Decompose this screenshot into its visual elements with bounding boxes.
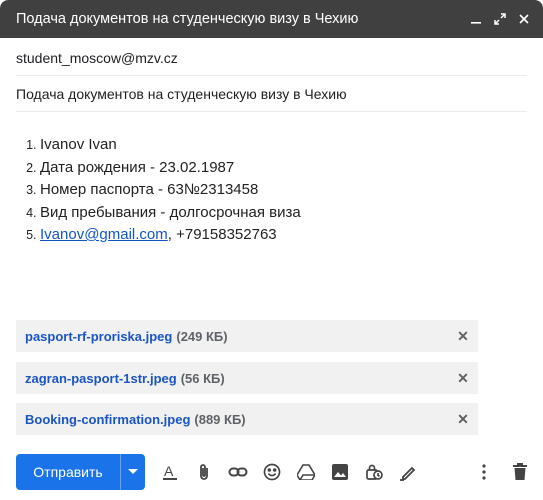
chevron-down-icon: [128, 469, 138, 474]
list-item: Ivanov Ivan: [40, 134, 527, 157]
compose-toolbar: Отправить A: [16, 454, 531, 490]
message-body[interactable]: Ivanov Ivan Дата рождения - 23.02.1987 Н…: [16, 134, 527, 247]
minimize-icon[interactable]: [469, 12, 483, 26]
remove-attachment-icon[interactable]: ✕: [456, 411, 470, 428]
to-field[interactable]: student_moscow@mzv.cz: [16, 40, 527, 76]
attachment-name[interactable]: Booking-confirmation.jpeg: [25, 412, 190, 427]
emoji-icon[interactable]: [261, 461, 283, 483]
window-title: Подача документов на студенческую визу в…: [16, 11, 359, 27]
attachment-size: (56 КБ): [180, 370, 225, 386]
more-options-icon[interactable]: [473, 461, 495, 483]
body-list: Ivanov Ivan Дата рождения - 23.02.1987 Н…: [16, 134, 527, 247]
attachment-name[interactable]: pasport-rf-proriska.jpeg: [25, 329, 172, 344]
subject-field[interactable]: Подача документов на студенческую визу в…: [16, 76, 527, 112]
remove-attachment-icon[interactable]: ✕: [456, 370, 470, 387]
remove-attachment-icon[interactable]: ✕: [456, 328, 470, 345]
send-options-button[interactable]: [121, 454, 145, 490]
confidential-icon[interactable]: [363, 461, 385, 483]
photo-icon[interactable]: [329, 461, 351, 483]
list-item: Номер паспорта - 63№2313458: [40, 179, 527, 202]
send-button-group: Отправить: [16, 454, 145, 490]
recipient-email: student_moscow@mzv.cz: [16, 49, 178, 66]
signature-icon[interactable]: [397, 461, 419, 483]
fullscreen-icon[interactable]: [493, 12, 507, 26]
svg-text:A: A: [164, 463, 174, 479]
attachment-chip[interactable]: Booking-confirmation.jpeg (889 КБ) ✕: [16, 403, 478, 435]
drive-icon[interactable]: [295, 461, 317, 483]
close-icon[interactable]: [517, 12, 531, 26]
link-icon[interactable]: [227, 461, 249, 483]
send-button[interactable]: Отправить: [16, 454, 120, 490]
phone-number: , +79158352763: [167, 226, 277, 243]
attachment-name[interactable]: zagran-pasport-1str.jpeg: [25, 371, 177, 386]
compose-window: Подача документов на студенческую визу в…: [0, 0, 543, 500]
list-item: Вид пребывания - долгосрочная виза: [40, 202, 527, 225]
attachment-chip[interactable]: zagran-pasport-1str.jpeg (56 КБ) ✕: [16, 362, 478, 394]
formatting-icon[interactable]: A: [159, 461, 181, 483]
attachment-size: (889 КБ): [194, 411, 246, 427]
compose-titlebar[interactable]: Подача документов на студенческую визу в…: [0, 0, 543, 38]
attach-icon[interactable]: [193, 461, 215, 483]
subject-text: Подача документов на студенческую визу в…: [16, 85, 347, 102]
attachment-size: (249 КБ): [176, 328, 228, 344]
attachment-chip[interactable]: pasport-rf-proriska.jpeg (249 КБ) ✕: [16, 320, 478, 352]
trash-icon[interactable]: [509, 461, 531, 483]
list-item: Дата рождения - 23.02.1987: [40, 157, 527, 180]
list-item: Ivanov@gmail.com, +79158352763: [40, 224, 527, 247]
email-link[interactable]: Ivanov@gmail.com: [40, 226, 168, 243]
